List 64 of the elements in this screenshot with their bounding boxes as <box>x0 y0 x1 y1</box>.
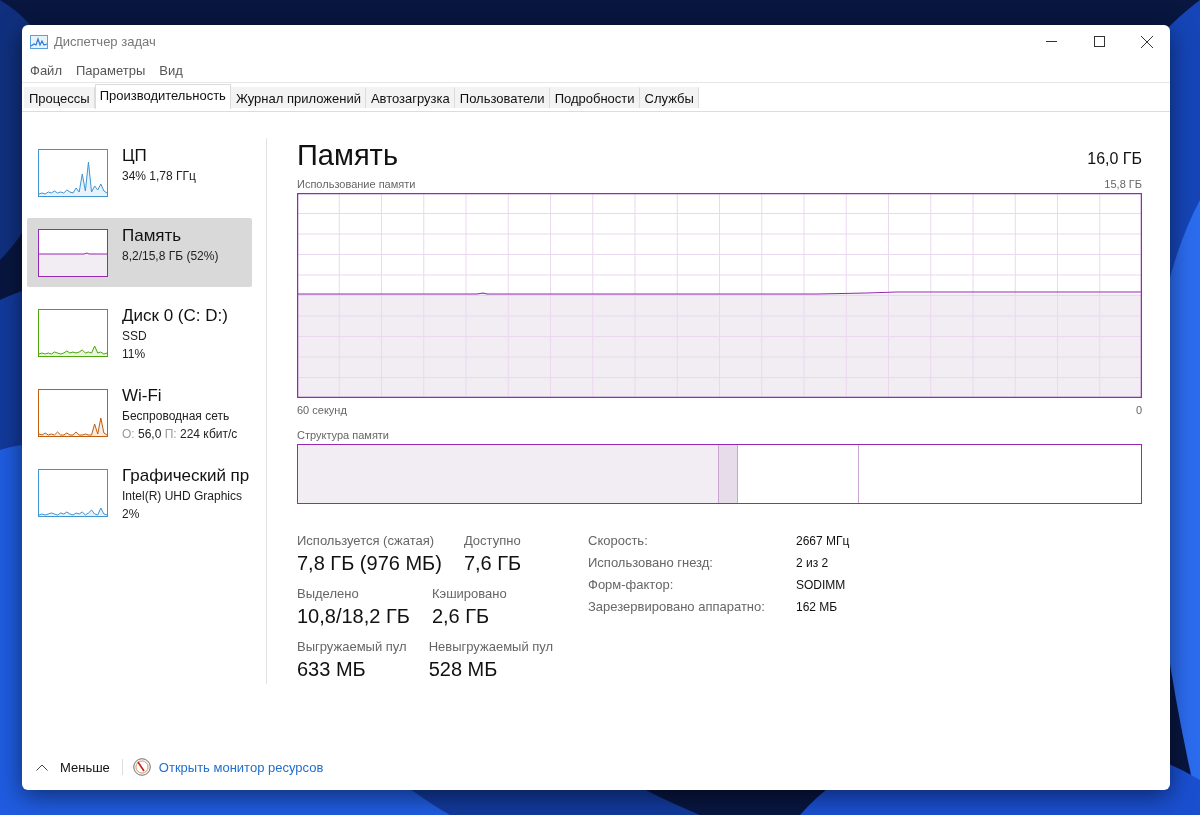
menu-item[interactable]: Файл <box>24 62 70 78</box>
tab[interactable]: Производительность <box>94 84 231 109</box>
fewer-details-button[interactable]: Меньше <box>36 759 114 775</box>
maximize-icon <box>1093 36 1105 47</box>
resource-detail: Беспроводная сеть <box>122 408 231 425</box>
resource-detail: 34% 1,78 ГГц <box>122 168 196 185</box>
stat-value: 528 МБ <box>428 657 499 682</box>
graph-caption: Использование памяти <box>297 178 416 190</box>
spec-label: Зарезервировано аппаратно: <box>588 598 766 616</box>
tab[interactable]: Пользователи <box>454 87 550 108</box>
chevron-up-icon <box>36 763 48 771</box>
resource-name: Графический пр <box>122 465 250 487</box>
stat-label: Невыгружаемый пул <box>428 638 554 656</box>
spec-value: SODIMM <box>796 577 847 594</box>
stat-value: 7,8 ГБ (976 МБ) <box>297 551 442 576</box>
stat-label: Используется (сжатая) <box>297 532 436 550</box>
sidebar-item[interactable]: Wi-Fi Беспроводная сеть О: 56,0 П: 224 кбит/с <box>27 378 252 447</box>
composition-caption: Структура памяти <box>297 429 390 441</box>
stat-value: 633 МБ <box>297 657 367 682</box>
stat-value: 10,8/18,2 ГБ <box>297 604 410 629</box>
sidebar-item[interactable]: Графический пр Intel(R) UHD Graphics 2% <box>27 458 252 527</box>
resource-detail: О: 56,0 П: 224 кбит/с <box>122 426 238 443</box>
tab[interactable]: Службы <box>639 87 699 108</box>
resource-detail: 2% <box>122 506 141 523</box>
resource-detail: Intel(R) UHD Graphics <box>122 488 244 505</box>
menu-item[interactable]: Параметры <box>69 62 154 78</box>
spec-label: Использовано гнезд: <box>588 554 714 572</box>
tab[interactable]: Процессы <box>24 87 95 108</box>
close-icon <box>1141 35 1153 48</box>
stat-label: Выгружаемый пул <box>297 638 407 656</box>
stat-label: Кэшировано <box>431 585 507 603</box>
resource-monitor-link[interactable]: Открыть монитор ресурсов <box>158 759 324 775</box>
time-end-label: 0 <box>1135 404 1142 416</box>
spec-value: 2 из 2 <box>796 555 830 572</box>
minimize-icon <box>1045 41 1057 42</box>
tab[interactable]: Журнал приложений <box>230 87 366 108</box>
tab[interactable]: Автозагрузка <box>365 87 455 108</box>
tab[interactable]: Подробности <box>549 87 640 108</box>
window-title: Диспетчер задач <box>54 34 157 49</box>
resource-detail: SSD <box>122 328 148 345</box>
section-heading: Память <box>297 138 398 172</box>
total-memory: 16,0 ГБ <box>1087 150 1142 169</box>
resource-detail: 8,2/15,8 ГБ (52%) <box>122 248 219 265</box>
stat-value: 7,6 ГБ <box>463 551 522 576</box>
stat-label: Выделено <box>297 585 360 603</box>
spec-label: Скорость: <box>588 532 649 550</box>
gauge-icon <box>132 758 151 776</box>
spec-value: 162 МБ <box>796 599 839 616</box>
sidebar-item[interactable]: Память 8,2/15,8 ГБ (52%) <box>27 218 252 287</box>
sidebar-item[interactable]: Диск 0 (C: D:) SSD 11% <box>27 298 252 367</box>
sidebar-item[interactable]: ЦП 34% 1,78 ГГц <box>27 138 252 207</box>
chart-icon <box>30 34 48 49</box>
stat-label: Доступно <box>463 532 522 550</box>
resource-detail: 11% <box>122 346 147 363</box>
resource-name: ЦП <box>122 145 148 167</box>
resource-name: Диск 0 (C: D:) <box>122 305 228 327</box>
spec-value: 2667 МГц <box>796 533 850 550</box>
resource-name: Wi-Fi <box>122 385 163 407</box>
stat-value: 2,6 ГБ <box>431 604 491 629</box>
menu-item[interactable]: Вид <box>153 62 191 78</box>
spec-label: Форм-фактор: <box>588 576 675 594</box>
resource-name: Память <box>122 225 183 247</box>
graph-max-label: 15,8 ГБ <box>1104 178 1142 190</box>
time-start-label: 60 секунд <box>297 404 347 416</box>
